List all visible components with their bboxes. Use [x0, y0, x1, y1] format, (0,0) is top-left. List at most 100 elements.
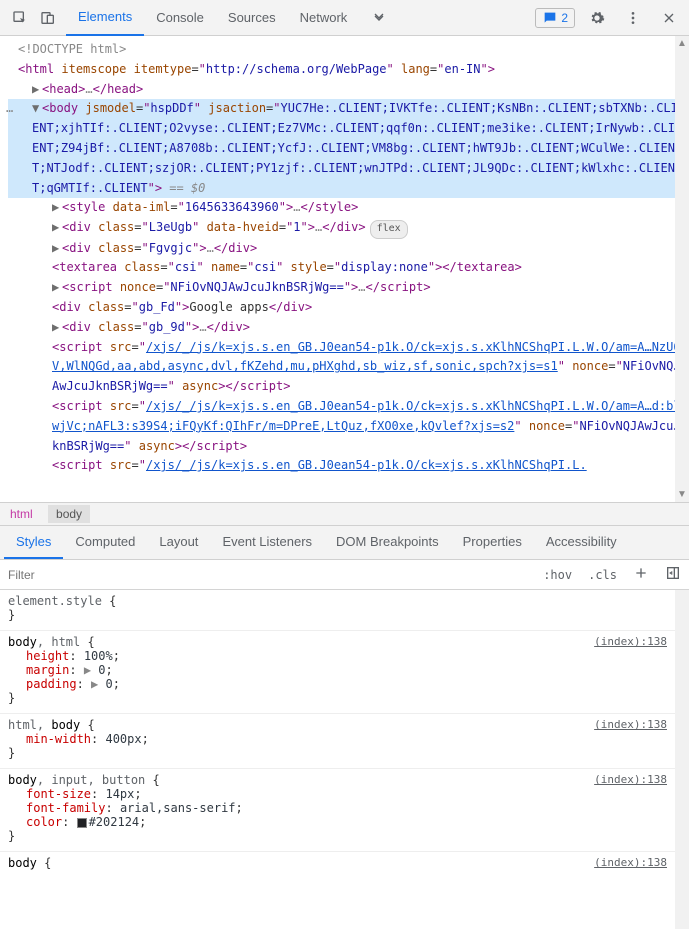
main-tabs: Elements Console Sources Network	[66, 0, 399, 36]
close-icon[interactable]	[655, 4, 683, 32]
brace-open: {	[145, 773, 159, 787]
div1-class-value: L3eUgb	[149, 220, 192, 234]
subtab-event-listeners[interactable]: Event Listeners	[210, 526, 324, 559]
doctype-node[interactable]: <!DOCTYPE html>	[8, 40, 681, 60]
source-link[interactable]: (index):138	[594, 635, 667, 648]
script3-node[interactable]: <script src="/xjs/_/js/k=xjs.s.en_GB.J0e…	[8, 456, 681, 476]
kebab-menu-icon[interactable]	[619, 4, 647, 32]
prop-value[interactable]: 0	[105, 677, 112, 691]
expand-arrow-icon[interactable]: ▶	[52, 278, 62, 298]
gbfd-class-value: gb_Fd	[139, 300, 175, 314]
sel-rest: , input, button	[37, 773, 145, 787]
prop-name[interactable]: height	[26, 649, 69, 663]
prop-value[interactable]: 0	[98, 663, 105, 677]
selector-element-style: element.style	[8, 594, 102, 608]
source-link[interactable]: (index):138	[594, 856, 667, 869]
collapse-arrow-icon[interactable]: ▼	[32, 99, 42, 119]
brace-close: }	[8, 746, 667, 760]
prop-name[interactable]: min-width	[26, 732, 91, 746]
script3-src-link[interactable]: /xjs/_/js/k=xjs.s.en_GB.J0ean54-p1k.O/ck…	[146, 458, 587, 472]
div1-hveid-value: 1	[293, 220, 300, 234]
html-itemtype-value: http://schema.org/WebPage	[206, 62, 387, 76]
brace-close: }	[8, 608, 667, 622]
expand-arrow-icon[interactable]: ▶	[52, 239, 62, 259]
source-link[interactable]: (index):138	[594, 718, 667, 731]
prop-value[interactable]: 400px	[105, 732, 141, 746]
rule-element-style[interactable]: element.style { }	[0, 590, 675, 631]
expand-arrow-icon[interactable]: ▶	[52, 198, 62, 218]
styles-panel[interactable]: element.style { } (index):138 body, html…	[0, 590, 689, 929]
textarea-name-value: csi	[254, 260, 276, 274]
rule-body-input-button[interactable]: (index):138 body, input, button { font-s…	[0, 769, 675, 852]
prop-value[interactable]: 100%	[84, 649, 113, 663]
html-open-tag[interactable]: <html itemscope itemtype="http://schema.…	[8, 60, 681, 80]
rule-body-html[interactable]: (index):138 body, html { height: 100%; m…	[0, 631, 675, 714]
div-gb9d-node[interactable]: ▶<div class="gb_9d">…</div>	[8, 318, 681, 338]
style-iml-value: 1645633643960	[185, 200, 279, 214]
subtab-computed[interactable]: Computed	[63, 526, 147, 559]
scroll-down-icon[interactable]: ▼	[675, 487, 689, 502]
devtools-toolbar: Elements Console Sources Network 2	[0, 0, 689, 36]
sel-strong: body	[8, 856, 37, 870]
prop-value[interactable]: arial,sans-serif	[120, 801, 236, 815]
prop-name[interactable]: margin	[26, 663, 69, 677]
new-rule-icon[interactable]	[625, 565, 657, 584]
tab-network[interactable]: Network	[288, 0, 360, 36]
prop-name[interactable]: padding	[26, 677, 77, 691]
expand-arrow-icon[interactable]: ▶	[52, 218, 62, 238]
inspect-icon[interactable]	[6, 4, 34, 32]
dom-scrollbar[interactable]: ▲ ▼	[675, 36, 689, 502]
device-toggle-icon[interactable]	[34, 4, 62, 32]
script2-node[interactable]: <script src="/xjs/_/js/k=xjs.s.en_GB.J0e…	[8, 397, 681, 456]
div2-class-value: Fgvgjc	[149, 241, 192, 255]
messages-badge[interactable]: 2	[535, 8, 575, 28]
head-node[interactable]: ▶<head>…</head>	[8, 80, 681, 100]
rule-body-last[interactable]: (index):138 body {	[0, 852, 675, 878]
crumb-body[interactable]: body	[48, 505, 90, 523]
script-nonce-value: NFiOvNQJAwJcuJknBSRjWg==	[170, 280, 343, 294]
sel-strong: body	[51, 718, 80, 732]
subtab-styles[interactable]: Styles	[4, 526, 63, 559]
prop-name[interactable]: font-size	[26, 787, 91, 801]
brace-close: }	[8, 691, 667, 705]
prop-name[interactable]: font-family	[26, 801, 105, 815]
cls-toggle[interactable]: .cls	[580, 568, 625, 582]
tab-elements[interactable]: Elements	[66, 0, 144, 36]
brace-open: {	[37, 856, 51, 870]
brace-close: }	[8, 829, 667, 843]
hov-toggle[interactable]: :hov	[535, 568, 580, 582]
style-node[interactable]: ▶<style data-iml="1645633643960">…</styl…	[8, 198, 681, 218]
subtab-properties[interactable]: Properties	[451, 526, 534, 559]
dom-tree-panel[interactable]: <!DOCTYPE html> <html itemscope itemtype…	[0, 36, 689, 502]
flex-badge[interactable]: flex	[370, 220, 408, 239]
styles-filter-input[interactable]	[0, 562, 535, 588]
subtab-dom-breakpoints[interactable]: DOM Breakpoints	[324, 526, 451, 559]
textarea-node[interactable]: <textarea class="csi" name="csi" style="…	[8, 258, 681, 278]
panel-toggle-icon[interactable]	[657, 565, 689, 584]
tab-sources[interactable]: Sources	[216, 0, 288, 36]
crumb-html[interactable]: html	[10, 507, 33, 521]
scroll-up-icon[interactable]: ▲	[675, 36, 689, 51]
script1-node[interactable]: <script src="/xjs/_/js/k=xjs.s.en_GB.J0e…	[8, 338, 681, 397]
color-swatch-icon[interactable]	[77, 818, 87, 828]
prop-value[interactable]: 14px	[105, 787, 134, 801]
div-l3eugb-node[interactable]: ▶<div class="L3eUgb" data-hveid="1">…</d…	[8, 218, 681, 239]
expand-arrow-icon[interactable]: ▶	[52, 318, 62, 338]
expand-arrow-icon[interactable]: ▶	[32, 80, 42, 100]
div-fgvgjc-node[interactable]: ▶<div class="Fgvgjc">…</div>	[8, 239, 681, 259]
rule-html-body[interactable]: (index):138 html, body { min-width: 400p…	[0, 714, 675, 769]
prop-value[interactable]: #202124	[89, 815, 140, 829]
prop-name[interactable]: color	[26, 815, 62, 829]
settings-gear-icon[interactable]	[583, 4, 611, 32]
tab-console[interactable]: Console	[144, 0, 216, 36]
script-nonce-node[interactable]: ▶<script nonce="NFiOvNQJAwJcuJknBSRjWg==…	[8, 278, 681, 298]
body-node-selected[interactable]: …▼<body jsmodel="hspDDf" jsaction="YUC7H…	[8, 99, 681, 198]
div-gbfd-node[interactable]: <div class="gb_Fd">Google apps</div>	[8, 298, 681, 318]
gb9d-class-value: gb_9d	[149, 320, 185, 334]
tab-more-icon[interactable]	[359, 0, 399, 36]
sel-strong: body	[8, 773, 37, 787]
subtab-layout[interactable]: Layout	[147, 526, 210, 559]
sel-strong: body	[8, 635, 37, 649]
subtab-accessibility[interactable]: Accessibility	[534, 526, 629, 559]
source-link[interactable]: (index):138	[594, 773, 667, 786]
